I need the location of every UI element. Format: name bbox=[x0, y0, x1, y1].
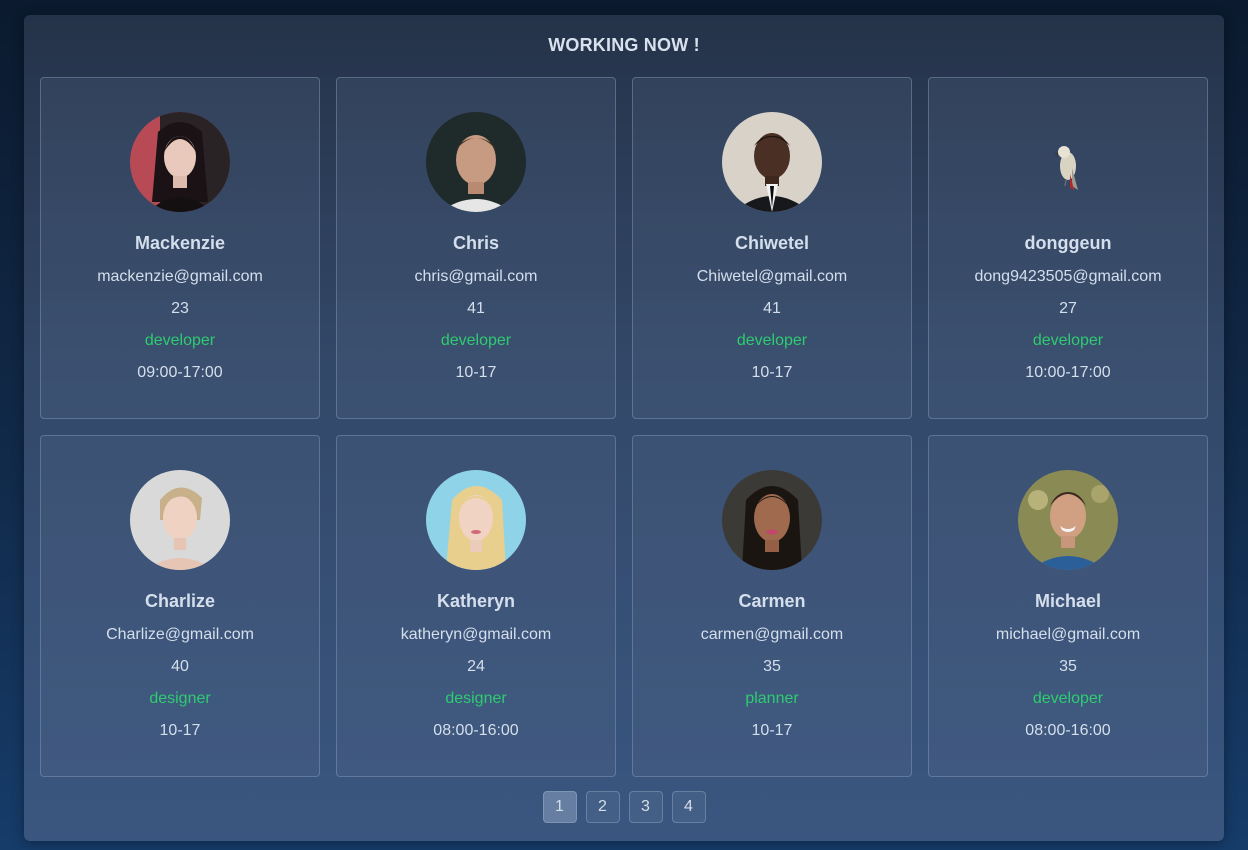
employee-email: mackenzie@gmail.com bbox=[97, 268, 263, 285]
employee-age: 41 bbox=[763, 300, 781, 317]
employee-hours: 10-17 bbox=[159, 722, 201, 739]
page-title: WORKING NOW ! bbox=[548, 35, 700, 55]
portrait-woman-blonde-short-icon bbox=[130, 470, 230, 570]
employee-age: 23 bbox=[171, 300, 189, 317]
employee-role: developer bbox=[440, 332, 512, 349]
employee-card-michael[interactable]: Michael michael@gmail.com 35 developer 0… bbox=[928, 435, 1208, 777]
employee-name: Chris bbox=[452, 233, 499, 253]
employee-age: 35 bbox=[763, 658, 781, 675]
avatar bbox=[130, 112, 230, 212]
employee-card-katheryn[interactable]: Katheryn katheryn@gmail.com 24 designer … bbox=[336, 435, 616, 777]
employee-name: Charlize bbox=[144, 591, 216, 611]
employee-role: developer bbox=[736, 332, 808, 349]
employee-role: designer bbox=[149, 690, 211, 707]
portrait-man-short-hair-icon bbox=[426, 112, 526, 212]
page-button-2[interactable]: 2 bbox=[585, 791, 620, 823]
employee-hours: 10-17 bbox=[455, 364, 497, 381]
employee-email: michael@gmail.com bbox=[995, 626, 1141, 643]
portrait-man-suit-icon bbox=[722, 112, 822, 212]
employee-role: planner bbox=[745, 690, 799, 707]
employee-grid: Mackenzie mackenzie@gmail.com 23 develop… bbox=[40, 77, 1208, 777]
employee-name: Mackenzie bbox=[134, 233, 226, 253]
employee-hours: 08:00-16:00 bbox=[1025, 722, 1111, 739]
parrot-icon bbox=[1054, 146, 1078, 190]
employee-age: 35 bbox=[1059, 658, 1077, 675]
avatar bbox=[722, 112, 822, 212]
employee-email: Chiwetel@gmail.com bbox=[696, 268, 848, 285]
avatar bbox=[426, 470, 526, 570]
avatar bbox=[1018, 112, 1118, 212]
employee-name: donggeun bbox=[1024, 233, 1112, 253]
employee-card-mackenzie[interactable]: Mackenzie mackenzie@gmail.com 23 develop… bbox=[40, 77, 320, 419]
employee-hours: 08:00-16:00 bbox=[433, 722, 519, 739]
avatar bbox=[426, 112, 526, 212]
page-button-4[interactable]: 4 bbox=[671, 791, 706, 823]
employee-name: Carmen bbox=[738, 591, 806, 611]
employee-hours: 10-17 bbox=[751, 722, 793, 739]
employee-card-carmen[interactable]: Carmen carmen@gmail.com 35 planner 10-17 bbox=[632, 435, 912, 777]
employee-name: Chiwetel bbox=[734, 233, 809, 253]
employee-name: Michael bbox=[1034, 591, 1102, 611]
employee-email: katheryn@gmail.com bbox=[400, 626, 552, 643]
employee-age: 27 bbox=[1059, 300, 1077, 317]
employee-age: 40 bbox=[171, 658, 189, 675]
employee-role: developer bbox=[144, 332, 216, 349]
working-now-panel: WORKING NOW ! Mackenzie mackenzie@gmail.… bbox=[24, 15, 1224, 841]
page-button-1[interactable]: 1 bbox=[542, 791, 577, 823]
employee-role: developer bbox=[1032, 332, 1104, 349]
portrait-woman-dark-hair-icon bbox=[722, 470, 822, 570]
employee-name: Katheryn bbox=[436, 591, 516, 611]
employee-hours: 10-17 bbox=[751, 364, 793, 381]
employee-email: dong9423505@gmail.com bbox=[974, 268, 1162, 285]
employee-age: 24 bbox=[467, 658, 485, 675]
employee-email: chris@gmail.com bbox=[414, 268, 538, 285]
employee-role: developer bbox=[1032, 690, 1104, 707]
avatar bbox=[130, 470, 230, 570]
page-button-3[interactable]: 3 bbox=[628, 791, 663, 823]
pagination: 1 2 3 4 bbox=[24, 791, 1224, 823]
employee-card-charlize[interactable]: Charlize Charlize@gmail.com 40 designer … bbox=[40, 435, 320, 777]
employee-email: carmen@gmail.com bbox=[700, 626, 844, 643]
portrait-woman-blonde-long-icon bbox=[426, 470, 526, 570]
employee-age: 41 bbox=[467, 300, 485, 317]
employee-email: Charlize@gmail.com bbox=[106, 626, 254, 643]
employee-hours: 10:00-17:00 bbox=[1025, 364, 1111, 381]
employee-card-chris[interactable]: Chris chris@gmail.com 41 developer 10-17 bbox=[336, 77, 616, 419]
avatar bbox=[722, 470, 822, 570]
portrait-man-smiling-icon bbox=[1018, 470, 1118, 570]
employee-role: designer bbox=[445, 690, 507, 707]
employee-hours: 09:00-17:00 bbox=[137, 364, 223, 381]
employee-card-donggeun[interactable]: donggeun dong9423505@gmail.com 27 develo… bbox=[928, 77, 1208, 419]
avatar bbox=[1018, 470, 1118, 570]
employee-card-chiwetel[interactable]: Chiwetel Chiwetel@gmail.com 41 developer… bbox=[632, 77, 912, 419]
portrait-woman-dark-hair-icon bbox=[130, 112, 230, 212]
